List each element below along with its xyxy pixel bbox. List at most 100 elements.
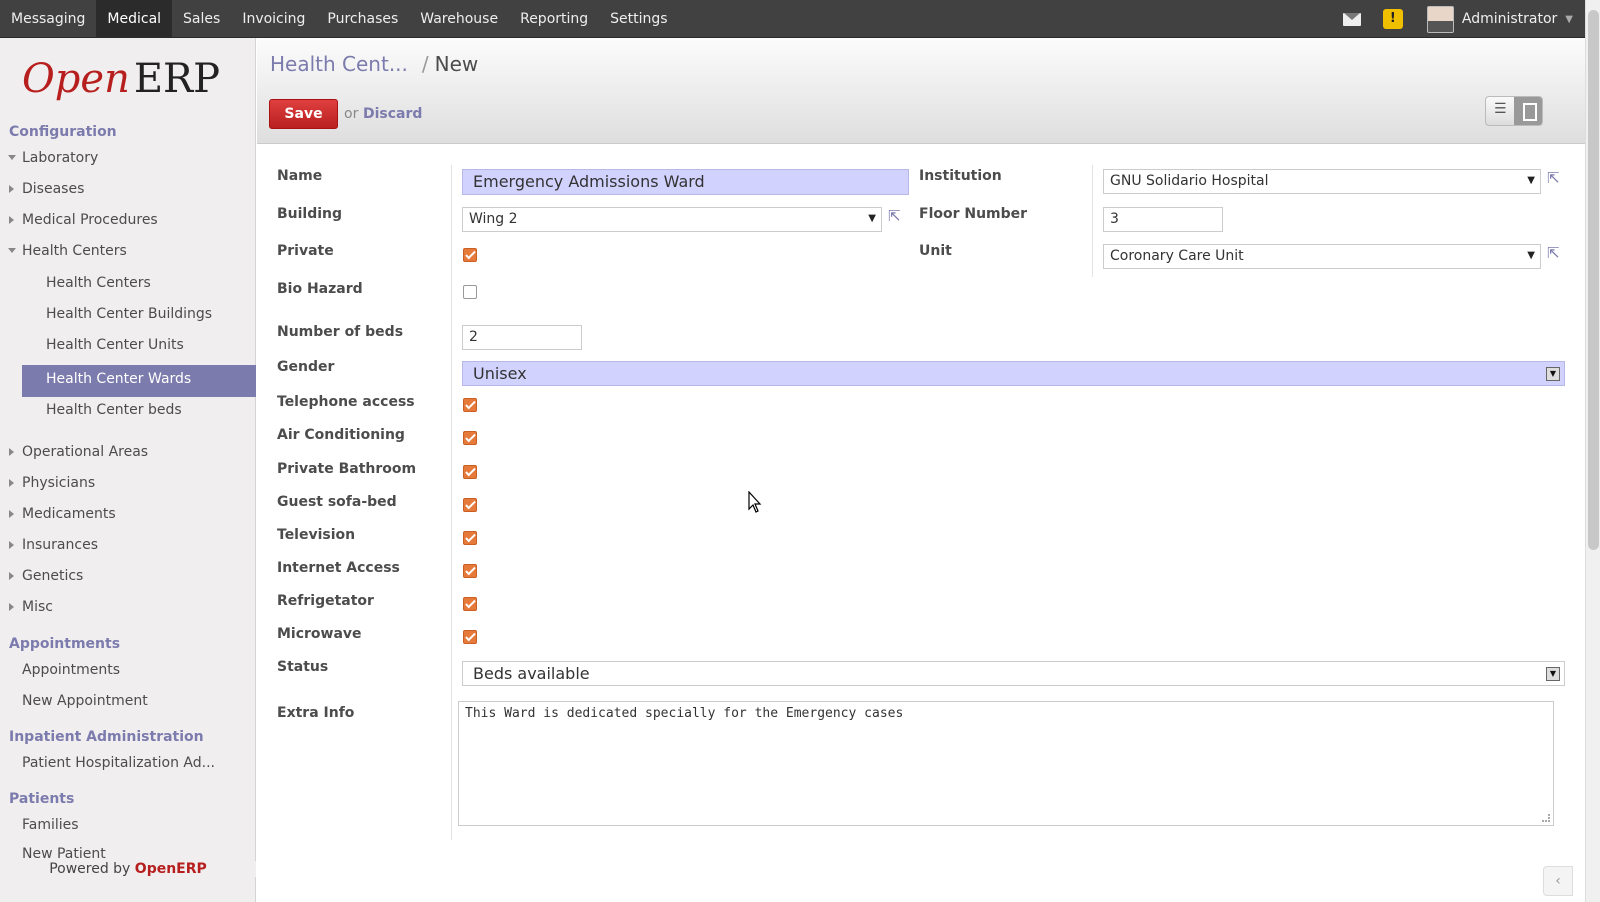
- menu-warehouse[interactable]: Warehouse: [409, 0, 509, 38]
- menu-purchases[interactable]: Purchases: [316, 0, 409, 38]
- dropdown-arrow-icon[interactable]: ▼: [1546, 367, 1560, 381]
- sidebar-item-beds[interactable]: Health Center beds: [46, 402, 182, 418]
- menu-invoicing[interactable]: Invoicing: [231, 0, 316, 38]
- sidebar-item-patient-hospitalization[interactable]: Patient Hospitalization Ad...: [22, 755, 215, 771]
- form-view-icon[interactable]: [1514, 97, 1542, 125]
- floor-number-field[interactable]: 3: [1103, 207, 1223, 232]
- collapsed-arrow-icon: [9, 448, 14, 456]
- sidebar-item-appointments[interactable]: Appointments: [22, 662, 120, 678]
- dropdown-arrow-icon[interactable]: ▼: [1527, 245, 1535, 267]
- section-inpatient: Inpatient Administration: [9, 729, 204, 745]
- collapsed-arrow-icon: [9, 572, 14, 580]
- section-configuration: Configuration: [9, 124, 117, 140]
- label-divider: [451, 165, 452, 840]
- or-text: or: [344, 106, 359, 122]
- view-switcher: [1485, 96, 1543, 126]
- column-divider: [1092, 165, 1093, 277]
- expanded-arrow-icon: [8, 248, 16, 253]
- collapsed-arrow-icon: [9, 185, 14, 193]
- scrollbar-thumb[interactable]: [1588, 10, 1599, 550]
- label-ac: Air Conditioning: [277, 427, 405, 443]
- section-patients: Patients: [9, 791, 75, 807]
- dropdown-arrow-icon[interactable]: ▼: [868, 208, 876, 230]
- collapsed-arrow-icon: [9, 603, 14, 611]
- sidebar-item-wards[interactable]: Health Center Wards: [22, 365, 256, 397]
- internet-checkbox[interactable]: [463, 564, 477, 578]
- bio-hazard-checkbox[interactable]: [463, 285, 477, 299]
- sidebar: Open ERP Configuration Laboratory Disease…: [0, 38, 256, 902]
- label-fridge: Refrigetator: [277, 593, 374, 609]
- sidebar-item-families[interactable]: Families: [22, 817, 79, 833]
- menu-sales[interactable]: Sales: [172, 0, 231, 38]
- open-external-icon[interactable]: ⇱: [888, 208, 906, 224]
- institution-select[interactable]: GNU Solidario Hospital ▼: [1103, 169, 1541, 194]
- sidebar-item-medicaments[interactable]: Medicaments: [9, 506, 116, 522]
- collapsed-arrow-icon: [9, 216, 14, 224]
- resize-handle-icon[interactable]: [1542, 814, 1550, 822]
- save-button[interactable]: Save: [269, 99, 338, 129]
- gender-select[interactable]: Unisex ▼: [462, 361, 1565, 386]
- building-select[interactable]: Wing 2 ▼: [462, 207, 882, 232]
- user-menu[interactable]: Administrator: [1462, 11, 1557, 27]
- sidebar-item-new-appointment[interactable]: New Appointment: [22, 693, 148, 709]
- label-internet: Internet Access: [277, 560, 400, 576]
- sidebar-item-sub-health-centers[interactable]: Health Centers: [46, 275, 151, 291]
- telephone-checkbox[interactable]: [463, 398, 477, 412]
- open-external-icon[interactable]: ⇱: [1547, 170, 1565, 186]
- discard-button[interactable]: Discard: [363, 106, 422, 122]
- page-scrollbar[interactable]: [1585, 0, 1600, 902]
- sidebar-item-units[interactable]: Health Center Units: [46, 337, 184, 353]
- television-checkbox[interactable]: [463, 531, 477, 545]
- user-area: ! Administrator ▼: [1342, 0, 1573, 38]
- sidebar-item-new-patient[interactable]: New Patient: [22, 846, 106, 862]
- sidebar-item-buildings[interactable]: Health Center Buildings: [46, 306, 212, 322]
- unit-select[interactable]: Coronary Care Unit ▼: [1103, 244, 1541, 269]
- open-external-icon[interactable]: ⇱: [1547, 245, 1565, 261]
- sidebar-item-misc[interactable]: Misc: [9, 599, 53, 615]
- private-checkbox[interactable]: [463, 248, 477, 262]
- breadcrumb-separator: /: [421, 52, 429, 76]
- menu-messaging[interactable]: Messaging: [0, 0, 96, 38]
- sidebar-item-physicians[interactable]: Physicians: [9, 475, 95, 491]
- sidebar-item-laboratory[interactable]: Laboratory: [8, 150, 98, 166]
- sidebar-item-diseases[interactable]: Diseases: [9, 181, 84, 197]
- microwave-checkbox[interactable]: [463, 630, 477, 644]
- label-gender: Gender: [277, 359, 335, 375]
- refrigerator-checkbox[interactable]: [463, 597, 477, 611]
- top-navbar: Messaging Medical Sales Invoicing Purcha…: [0, 0, 1585, 38]
- breadcrumb-current: New: [434, 52, 479, 76]
- label-floor: Floor Number: [919, 206, 1028, 222]
- dropdown-arrow-icon[interactable]: ▼: [1546, 667, 1560, 681]
- sidebar-item-health-centers[interactable]: Health Centers: [8, 243, 127, 259]
- label-extra-info: Extra Info: [277, 705, 355, 721]
- openerp-logo[interactable]: Open ERP: [22, 56, 220, 102]
- avatar[interactable]: [1426, 5, 1454, 33]
- label-telephone: Telephone access: [277, 394, 415, 410]
- sidebar-item-operational-areas[interactable]: Operational Areas: [9, 444, 148, 460]
- powered-by: Powered by OpenERP: [0, 861, 256, 877]
- beds-field[interactable]: 2: [462, 325, 582, 350]
- sofa-checkbox[interactable]: [463, 498, 477, 512]
- sidebar-item-genetics[interactable]: Genetics: [9, 568, 83, 584]
- label-beds: Number of beds: [277, 324, 404, 340]
- extra-info-textarea[interactable]: This Ward is dedicated specially for the…: [458, 701, 1554, 826]
- ac-checkbox[interactable]: [463, 431, 477, 445]
- mail-icon[interactable]: [1342, 12, 1361, 26]
- sidebar-item-medical-procedures[interactable]: Medical Procedures: [9, 212, 158, 228]
- menu-medical[interactable]: Medical: [96, 0, 173, 38]
- sidebar-item-insurances[interactable]: Insurances: [9, 537, 98, 553]
- status-select[interactable]: Beds available ▼: [462, 661, 1565, 686]
- dropdown-arrow-icon[interactable]: ▼: [1527, 170, 1535, 192]
- name-field[interactable]: Emergency Admissions Ward: [462, 169, 909, 195]
- collapsed-arrow-icon: [9, 479, 14, 487]
- chevron-down-icon[interactable]: ▼: [1565, 14, 1573, 25]
- menu-settings[interactable]: Settings: [599, 0, 678, 38]
- breadcrumb-parent[interactable]: Health Cent...: [270, 52, 408, 76]
- warning-icon[interactable]: !: [1382, 9, 1403, 29]
- collapsed-arrow-icon: [9, 510, 14, 518]
- openerp-link[interactable]: OpenERP: [135, 861, 207, 877]
- list-view-icon[interactable]: [1486, 97, 1514, 125]
- collapse-panel-button[interactable]: ‹: [1543, 866, 1573, 896]
- menu-reporting[interactable]: Reporting: [509, 0, 599, 38]
- bathroom-checkbox[interactable]: [463, 465, 477, 479]
